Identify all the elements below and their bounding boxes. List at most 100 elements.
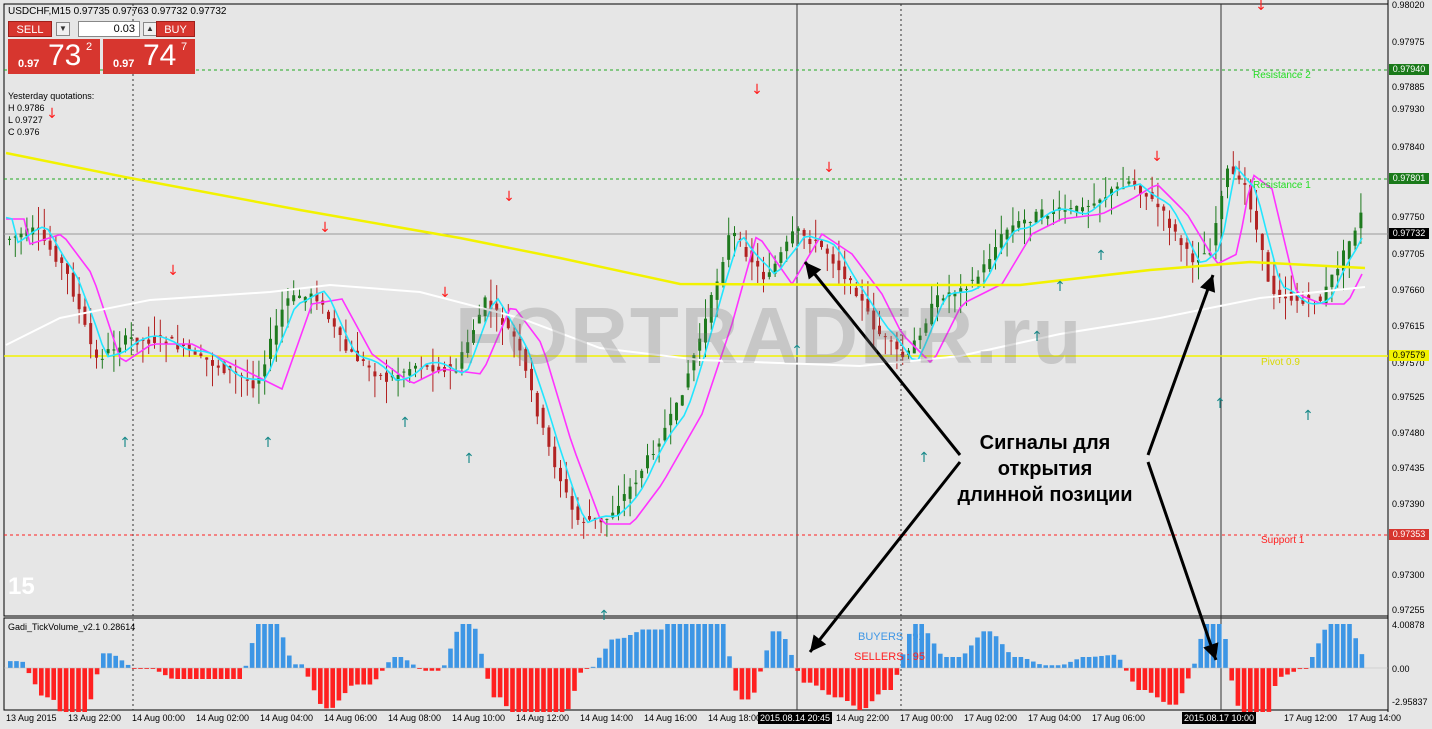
candle-body [48,240,52,250]
histogram-bar [1179,668,1185,694]
histogram-bar [287,655,292,668]
histogram-bar [88,668,94,700]
pivot-price-box: 0.97579 [1389,350,1429,361]
histogram-bar [14,661,19,668]
histogram-bar [776,631,782,668]
candle-body [588,516,591,520]
candle-body [19,233,23,238]
candle-body [982,264,986,273]
histogram-bar [479,653,484,668]
time-tick: 13 Aug 2015 [6,713,57,723]
candle-body [1179,238,1183,246]
histogram-bar [466,624,472,668]
lot-increase-icon[interactable]: ▲ [143,22,157,36]
histogram-bar [305,668,311,677]
histogram-bar [70,668,75,712]
histogram-bar [1080,657,1086,668]
candle-body [767,272,771,277]
histogram-bar [318,668,323,704]
candle-body [837,260,841,271]
mt4-chart-window[interactable]: ↓ ↓ ↓ ↓ ↓ ↓ ↓ ↓ ↓ ↑ ↑ ↑ ↑ ↑ ↑ ↑ ↑ ↑ ↑ ↑ ↑ FORTRADER.ru USDCH… [0,0,1432,729]
histogram-bar [869,668,875,702]
candle-body [675,402,678,421]
histogram-bar [1359,654,1365,668]
candle-body [60,257,64,263]
histogram-bar [714,624,720,668]
buy-button[interactable]: BUY [156,21,195,37]
histogram-bar [931,643,937,668]
lot-size-input[interactable]: 0.03 [78,21,140,37]
price-tick: 0.97750 [1392,212,1425,222]
candle-body [657,443,661,447]
candle-body [646,455,649,469]
histogram-bar [795,668,800,671]
histogram-bar [615,638,621,668]
histogram-bar [1161,668,1166,702]
histogram-bar [423,668,428,671]
histogram-bar [956,657,962,668]
histogram-bar [863,668,869,709]
candle-body [547,427,551,447]
histogram-bar [194,668,199,679]
histogram-bar [646,629,652,668]
buy-quote[interactable]: 0.97 74 7 [103,39,195,74]
histogram-bar [876,668,881,695]
candle-body [1173,224,1177,232]
candle-body [1191,253,1195,263]
histogram-bar [398,657,404,668]
histogram-bar [1285,668,1290,675]
candle-body [1081,207,1084,212]
timeframe-badge: 15 [8,573,35,600]
buy-quote-fraction: 7 [181,41,188,53]
histogram-bar [733,668,738,691]
ma200-line [5,151,1366,287]
histogram-bar [119,660,125,668]
price-tick: 0.97435 [1392,463,1425,473]
support1-label: Support 1 [1261,535,1305,546]
candle-body [211,360,214,366]
annotation-arrow-line [1146,274,1215,456]
candle-body [170,336,174,339]
histogram-bar [361,668,366,685]
histogram-bar [1062,664,1067,668]
histogram-bar [659,629,664,668]
yesterday-close: C 0.976 [8,127,40,137]
sell-button[interactable]: SELL [8,21,52,37]
candle-body [1092,203,1096,206]
candle-body [570,496,574,510]
histogram-bar [57,668,63,712]
yesterday-low: L 0.9727 [8,115,43,125]
histogram-bar [1099,655,1104,668]
annotation-line: Сигналы для [979,432,1111,454]
resistance2-price-box: 0.97940 [1389,64,1429,75]
lot-decrease-icon[interactable]: ▼ [56,22,70,36]
histogram-bar [392,657,397,668]
histogram-bar [541,668,546,712]
histogram-bar [206,668,211,679]
histogram-bar [212,668,218,679]
histogram-bar [504,668,509,707]
histogram-bar [962,653,968,668]
candle-body [756,260,760,267]
candle-body [1243,183,1247,185]
histogram-bar [894,668,900,675]
candle-body [802,230,806,236]
histogram-bar [535,668,540,712]
time-tick: 13 Aug 22:00 [68,713,122,723]
histogram-bar [429,668,435,671]
candle-body [1017,221,1021,228]
histogram-bar [349,668,354,686]
histogram-bar [690,624,695,668]
candle-body [669,413,673,426]
histogram-bar [553,668,559,712]
histogram-bar [857,668,862,711]
candle-body [408,369,412,376]
sell-quote[interactable]: 0.97 73 2 [8,39,100,74]
histogram-bar [380,668,385,671]
time-tick: 14 Aug 06:00 [324,713,378,723]
histogram-bar [262,624,267,668]
candle-body [83,306,87,325]
time-tick: 17 Aug 14:00 [1348,713,1402,723]
histogram-bar [1055,665,1061,668]
candle-body [796,228,800,232]
